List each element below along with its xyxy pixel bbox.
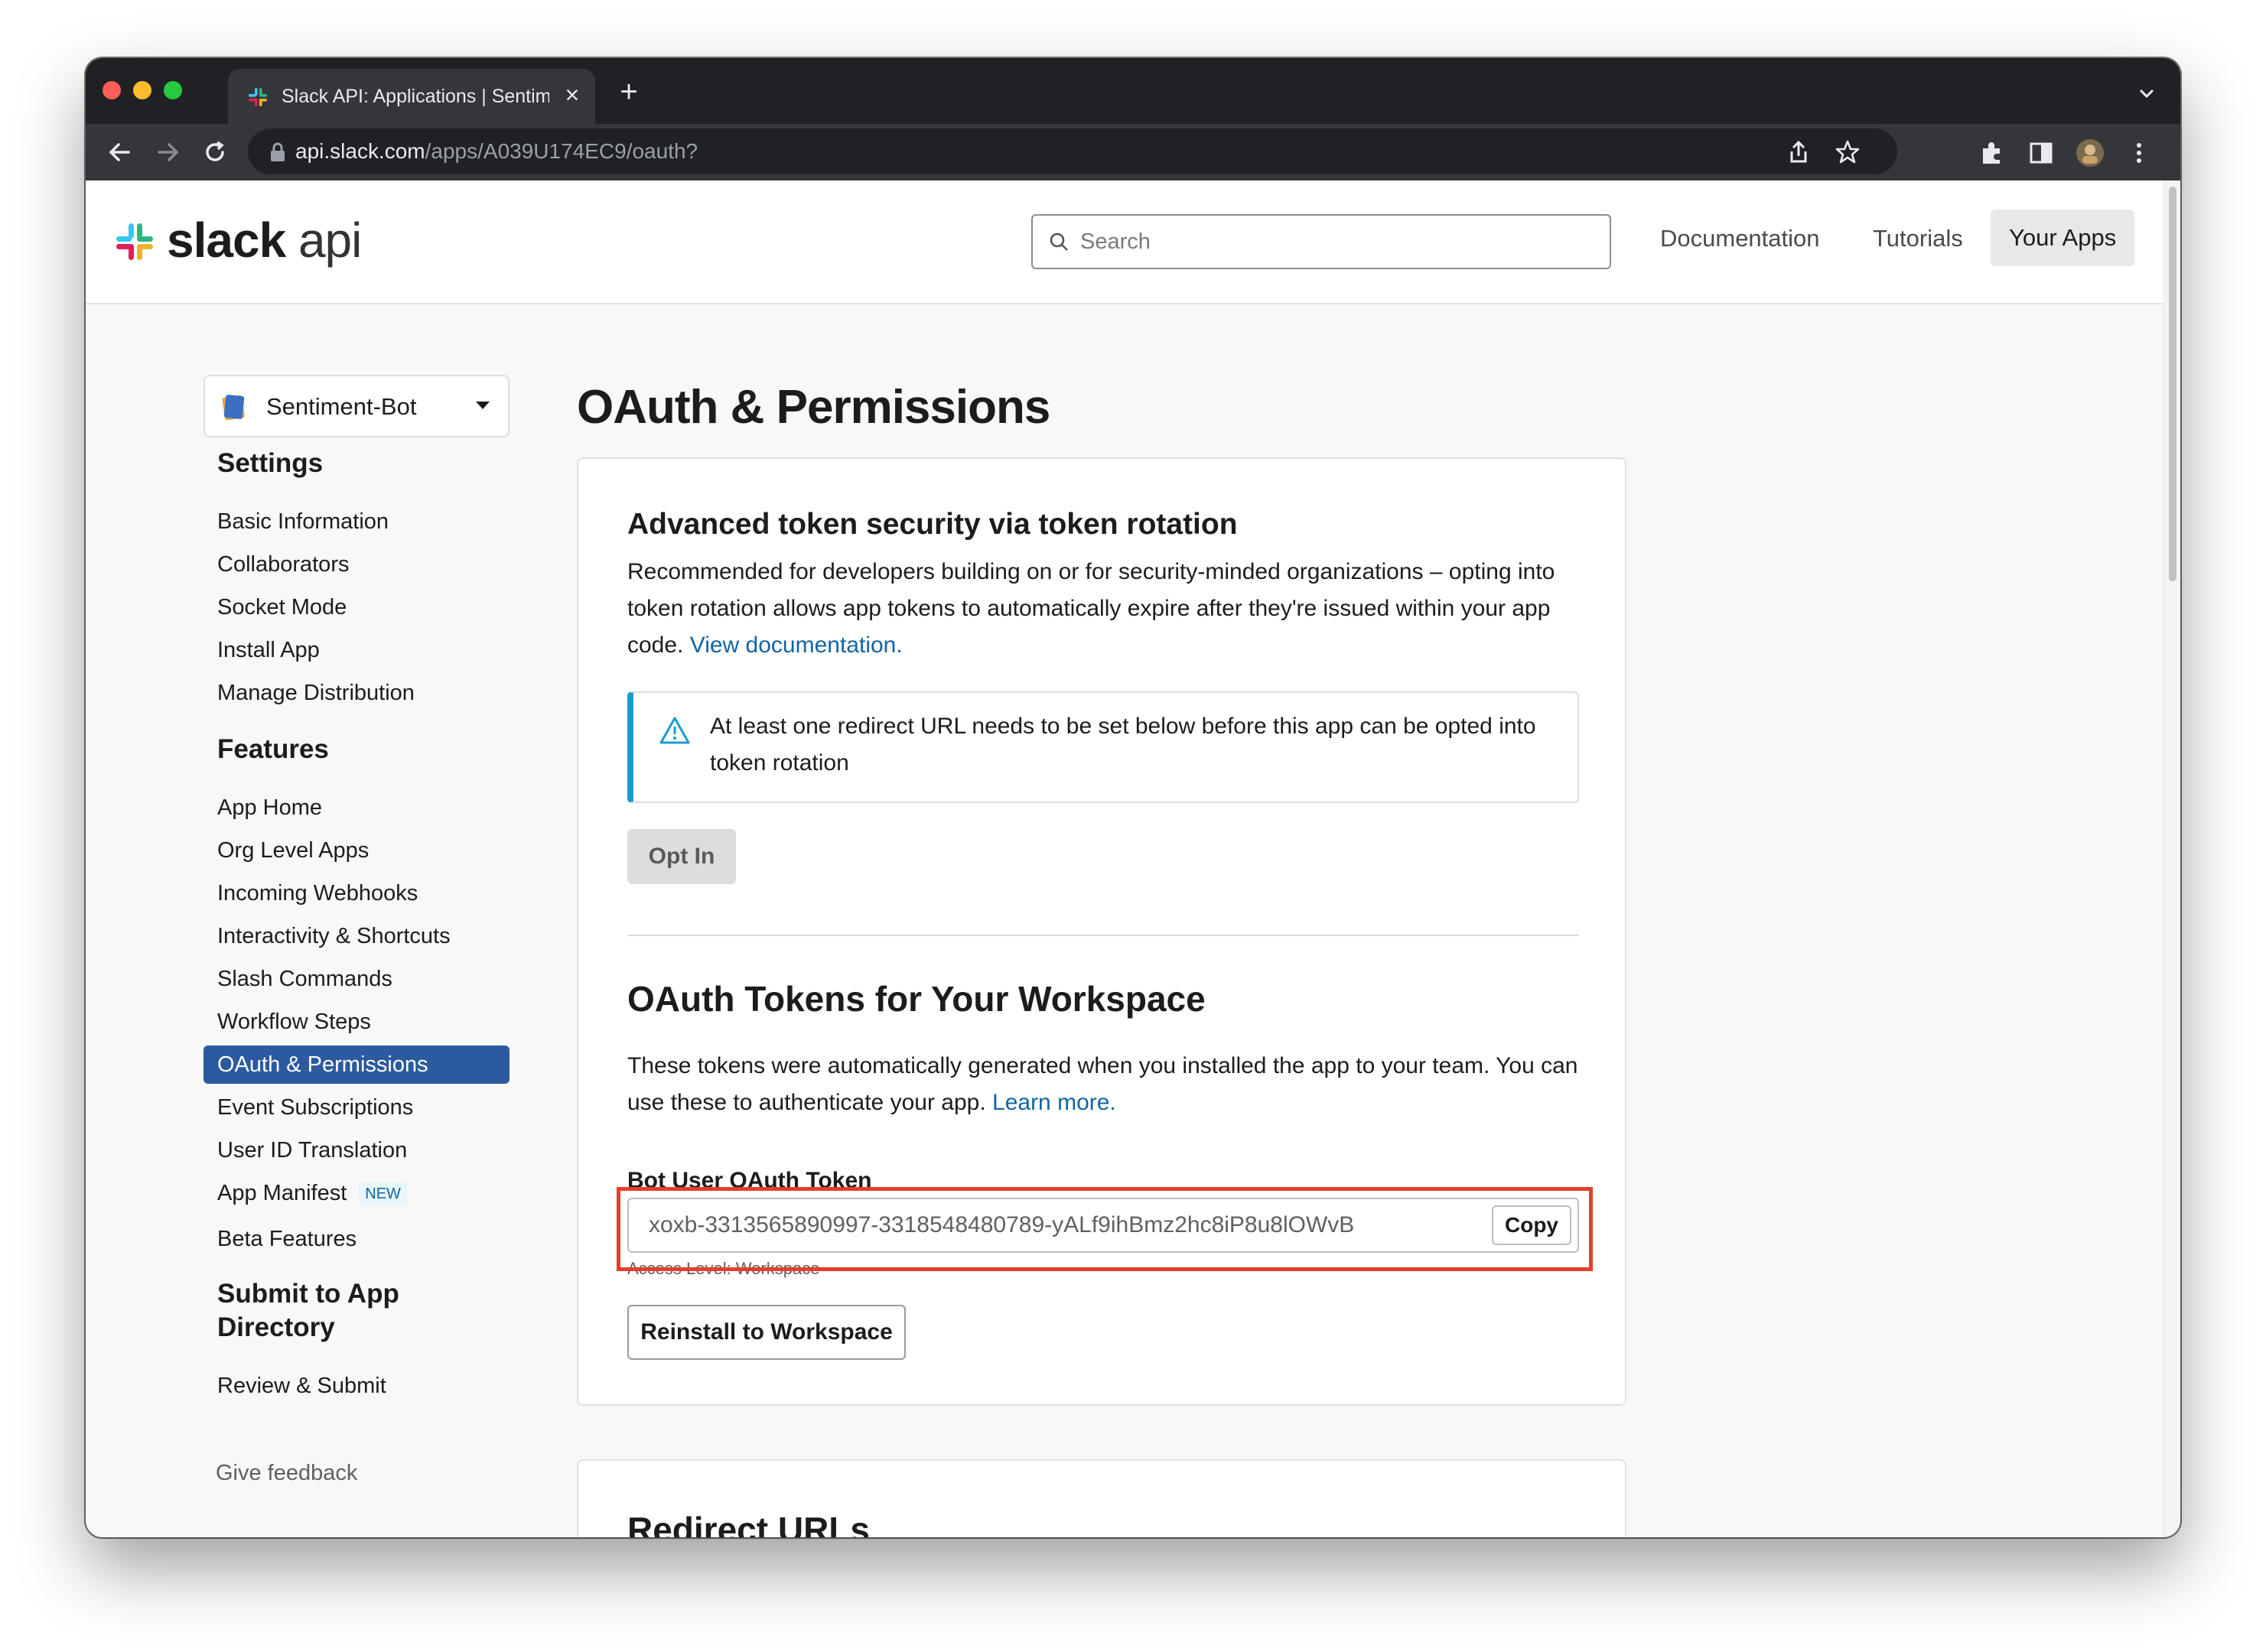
address-bar[interactable]: api.slack.com/apps/A039U174EC9/oauth? <box>248 128 1897 174</box>
close-window-button[interactable] <box>103 81 121 99</box>
tab-search-chevron-icon[interactable] <box>2131 78 2162 109</box>
reload-icon[interactable] <box>196 133 234 171</box>
minimize-window-button[interactable] <box>133 81 151 99</box>
nav-tutorials[interactable]: Tutorials <box>1873 217 1963 260</box>
sidebar-item-interactivity-shortcuts[interactable]: Interactivity & Shortcuts <box>217 921 451 951</box>
url-text: api.slack.com/apps/A039U174EC9/oauth? <box>295 139 698 163</box>
token-rotation-description: Recommended for developers building on o… <box>627 559 1555 658</box>
extensions-puzzle-icon[interactable] <box>1977 138 2007 168</box>
lock-icon <box>271 142 285 161</box>
reinstall-to-workspace-button[interactable]: Reinstall to Workspace <box>627 1305 906 1360</box>
slack-favicon-icon <box>249 88 267 106</box>
site-header: slack api Documentation Tutorials Your A… <box>86 180 2163 304</box>
app-icon <box>222 395 245 421</box>
sidebar-item-incoming-webhooks[interactable]: Incoming Webhooks <box>217 878 418 909</box>
opt-in-button[interactable]: Opt In <box>627 829 736 884</box>
sidebar-heading-submit-line1: Submit to App <box>217 1279 399 1309</box>
sidebar-item-app-home[interactable]: App Home <box>217 792 322 823</box>
warning-text: At least one redirect URL needs to be se… <box>710 714 1536 776</box>
sidebar-item-manage-distribution[interactable]: Manage Distribution <box>217 678 415 708</box>
sidebar-item-workflow-steps[interactable]: Workflow Steps <box>217 1006 371 1037</box>
sidebar-item-label: App Manifest <box>217 1181 347 1205</box>
nav-your-apps[interactable]: Your Apps <box>1991 210 2135 266</box>
sidebar-item-install-app[interactable]: Install App <box>217 635 320 665</box>
forward-arrow-icon[interactable] <box>148 133 187 171</box>
sidebar-item-beta-features[interactable]: Beta Features <box>217 1224 357 1254</box>
section-divider <box>627 935 1579 936</box>
search-input[interactable] <box>1079 222 1587 262</box>
sidebar-item-user-id-translation[interactable]: User ID Translation <box>217 1135 407 1166</box>
search-box[interactable] <box>1031 214 1611 269</box>
bookmark-star-icon[interactable] <box>1833 138 1862 167</box>
page-viewport: slack api Documentation Tutorials Your A… <box>86 180 2163 1537</box>
page-title: OAuth & Permissions <box>577 381 1050 434</box>
sidebar-item-slash-commands[interactable]: Slash Commands <box>217 964 392 994</box>
profile-avatar-icon[interactable] <box>2075 138 2105 168</box>
sidebar-item-basic-information[interactable]: Basic Information <box>217 506 389 537</box>
slack-logo-icon[interactable] <box>113 220 156 263</box>
new-badge: NEW <box>359 1182 407 1206</box>
browser-titlebar: Slack API: Applications | Sentiment-Bot … <box>86 58 2180 124</box>
sidebar-item-socket-mode[interactable]: Socket Mode <box>217 592 347 623</box>
tab-title: Slack API: Applications | Sentiment-Bot <box>282 86 549 107</box>
oauth-tokens-description: These tokens were automatically generate… <box>627 1053 1578 1115</box>
give-feedback-link[interactable]: Give feedback <box>216 1458 357 1488</box>
side-panel-icon[interactable] <box>2026 138 2056 168</box>
view-documentation-link[interactable]: View documentation. <box>690 633 903 658</box>
scrollbar-thumb[interactable] <box>2169 187 2176 581</box>
chevron-down-icon <box>476 402 490 409</box>
token-rotation-heading: Advanced token security via token rotati… <box>627 508 1238 541</box>
sidebar-heading-features: Features <box>217 734 329 764</box>
browser-menu-kebab-icon[interactable] <box>2124 138 2154 168</box>
sidebar-heading-submit-line2: Directory <box>217 1312 335 1342</box>
browser-tab[interactable]: Slack API: Applications | Sentiment-Bot … <box>228 69 595 124</box>
sidebar-item-org-level-apps[interactable]: Org Level Apps <box>217 835 369 866</box>
browser-toolbar: api.slack.com/apps/A039U174EC9/oauth? <box>86 124 2180 180</box>
share-icon[interactable] <box>1784 138 1813 167</box>
warning-triangle-icon <box>659 717 690 744</box>
sidebar-item-event-subscriptions[interactable]: Event Subscriptions <box>217 1092 413 1123</box>
maximize-window-button[interactable] <box>164 81 182 99</box>
sidebar-heading-settings: Settings <box>217 448 324 478</box>
learn-more-link[interactable]: Learn more. <box>992 1090 1116 1115</box>
oauth-tokens-heading: OAuth Tokens for Your Workspace <box>627 979 1206 1019</box>
sidebar-item-app-manifest[interactable]: App Manifest NEW <box>217 1178 407 1208</box>
sidebar-item-review-submit[interactable]: Review & Submit <box>217 1371 386 1401</box>
app-selector-dropdown[interactable]: Sentiment-Bot <box>203 375 510 437</box>
search-icon <box>1050 233 1068 251</box>
browser-window: Slack API: Applications | Sentiment-Bot … <box>86 58 2180 1537</box>
oauth-card: Advanced token security via token rotati… <box>577 457 1626 1406</box>
redirect-url-warning: At least one redirect URL needs to be se… <box>627 691 1579 803</box>
nav-documentation[interactable]: Documentation <box>1660 217 1820 260</box>
redirect-urls-heading: Redirect URLs <box>627 1510 870 1537</box>
site-logo-text[interactable]: slack api <box>167 211 362 269</box>
back-arrow-icon[interactable] <box>101 133 139 171</box>
new-tab-button[interactable]: + <box>612 75 646 109</box>
app-name: Sentiment-Bot <box>266 393 417 420</box>
sidebar-item-oauth-permissions[interactable]: OAuth & Permissions <box>203 1046 510 1084</box>
redirect-urls-card: Redirect URLs <box>577 1459 1626 1537</box>
page-scrollbar[interactable] <box>2163 180 2180 1537</box>
sidebar-item-collaborators[interactable]: Collaborators <box>217 549 349 580</box>
token-highlight-box <box>617 1187 1593 1271</box>
tab-close-icon[interactable]: × <box>558 80 586 110</box>
